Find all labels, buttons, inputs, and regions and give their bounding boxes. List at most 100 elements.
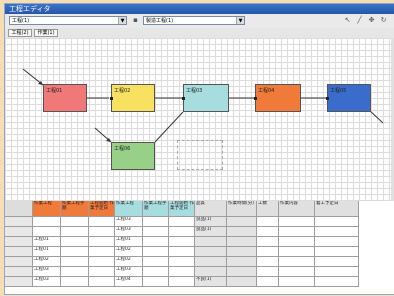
column-header[interactable]: 作業工程手順 [61,201,89,217]
grid-cell[interactable] [33,217,61,227]
grid-cell[interactable] [227,257,257,267]
column-header[interactable]: 工程開始 作業予定日 [169,201,195,217]
grid-cell[interactable] [227,247,257,257]
grid-cell[interactable]: 工程01 [33,237,61,247]
process-select[interactable]: 工程(1) ▼ [9,16,127,25]
line-icon[interactable]: ╱ [355,16,364,25]
grid-cell[interactable]: 不良(1) [195,277,227,287]
connection-handle[interactable] [110,97,113,100]
grid-cell[interactable] [143,237,169,247]
grid-cell[interactable] [143,257,169,267]
grid-cell[interactable] [61,277,89,287]
grid-cell[interactable] [169,247,195,257]
row-header[interactable] [5,247,33,257]
column-header[interactable]: 作業工程手順 [143,201,169,217]
flow-canvas[interactable]: 工程01 工程02 工程03 工程04 工程05 工程06 [5,38,394,201]
grid-cell[interactable] [89,267,115,277]
process-node-4[interactable]: 工程04 [254,84,301,112]
row-header[interactable] [5,277,33,287]
connection-handle[interactable] [182,97,185,100]
process-node-3[interactable]: 工程03 [182,84,229,112]
connection-handle[interactable] [254,97,257,100]
grid-cell[interactable] [143,247,169,257]
column-header[interactable]: 着工予定日 [315,201,359,217]
grid-cell[interactable] [315,227,359,237]
tab-process[interactable]: 工程(2) [8,29,32,37]
connector-line[interactable] [154,111,184,143]
column-header[interactable]: 作業内容 [279,201,315,217]
grid-cell[interactable] [89,237,115,247]
grid-cell[interactable] [227,267,257,277]
row-header[interactable] [5,217,33,227]
grid-cell[interactable] [33,227,61,237]
grid-cell[interactable] [257,217,279,227]
column-header[interactable]: 工程開始 作業予定日 [89,201,115,217]
grid-cell[interactable] [61,247,89,257]
grid-cell[interactable] [143,277,169,287]
process-node-1[interactable]: 工程01 [43,84,87,112]
grid-cell[interactable] [315,247,359,257]
column-header[interactable]: 作業工程 [33,201,61,217]
grid-cell[interactable] [169,277,195,287]
grid-cell[interactable]: 良品(1) [195,217,227,227]
grid-cell[interactable]: 工程02 [115,257,143,267]
grid-cell[interactable] [279,237,315,247]
grid-cell[interactable] [169,257,195,267]
grid-cell[interactable]: 工程03 [115,217,143,227]
grid-cell[interactable]: 工程03 [115,227,143,237]
cursor-icon[interactable]: ↖ [343,16,352,25]
grid-cell[interactable] [61,237,89,247]
grid-cell[interactable] [61,257,89,267]
grid-cell[interactable] [89,227,115,237]
grid-cell[interactable] [279,247,315,257]
grid-cell[interactable]: 工程01 [33,247,61,257]
row-header[interactable] [5,257,33,267]
grid-cell[interactable] [279,227,315,237]
grid-cell[interactable] [315,237,359,247]
grid-cell[interactable]: 工程03 [33,267,61,277]
manufacturing-select[interactable]: 製造工程(1) ▼ [143,16,245,25]
grid-cell[interactable] [257,267,279,277]
grid-cell[interactable]: 工程03 [115,267,143,277]
grid-cell[interactable] [89,247,115,257]
grid-cell[interactable] [61,217,89,227]
grid-cell[interactable] [257,277,279,287]
grid-cell[interactable] [169,237,195,247]
refresh-icon[interactable]: ↻ [379,16,388,25]
column-header[interactable]: 作業時間(分) [227,201,257,217]
grid-cell[interactable] [61,267,89,277]
grid-cell[interactable] [227,277,257,287]
grid-cell[interactable] [257,257,279,267]
lock-icon[interactable]: ▪ [131,16,140,25]
grid-cell[interactable]: 良品(1) [195,227,227,237]
grid-cell[interactable]: 工程02 [33,257,61,267]
grid-cell[interactable] [195,267,227,277]
process-node-5[interactable]: 工程05 [326,84,371,112]
grid-cell[interactable] [227,227,257,237]
row-header[interactable] [5,267,33,277]
grid-cell[interactable] [315,257,359,267]
grid-cell[interactable] [169,217,195,227]
grid-cell[interactable] [143,267,169,277]
grid-cell[interactable] [89,217,115,227]
grid-cell[interactable] [227,217,257,227]
grid-cell[interactable] [257,227,279,237]
grid-cell[interactable] [195,237,227,247]
grid-cell[interactable] [227,237,257,247]
grid-cell[interactable]: 工程01 [115,237,143,247]
grid-cell[interactable] [279,277,315,287]
grid-cell[interactable] [257,237,279,247]
grid-cell[interactable] [315,277,359,287]
process-node-6[interactable]: 工程06 [111,142,155,170]
grid-cell[interactable] [89,257,115,267]
grid-cell[interactable] [279,267,315,277]
column-header[interactable]: 作業工程 [115,201,143,217]
grid-cell[interactable] [257,247,279,257]
grid-cell[interactable] [61,227,89,237]
grid-cell[interactable] [195,257,227,267]
column-header[interactable]: 品質 [195,201,227,217]
grid-cell[interactable]: 工程03 [33,277,61,287]
row-header[interactable] [5,227,33,237]
grid-cell[interactable]: 工程04 [115,277,143,287]
grid-cell[interactable] [315,217,359,227]
